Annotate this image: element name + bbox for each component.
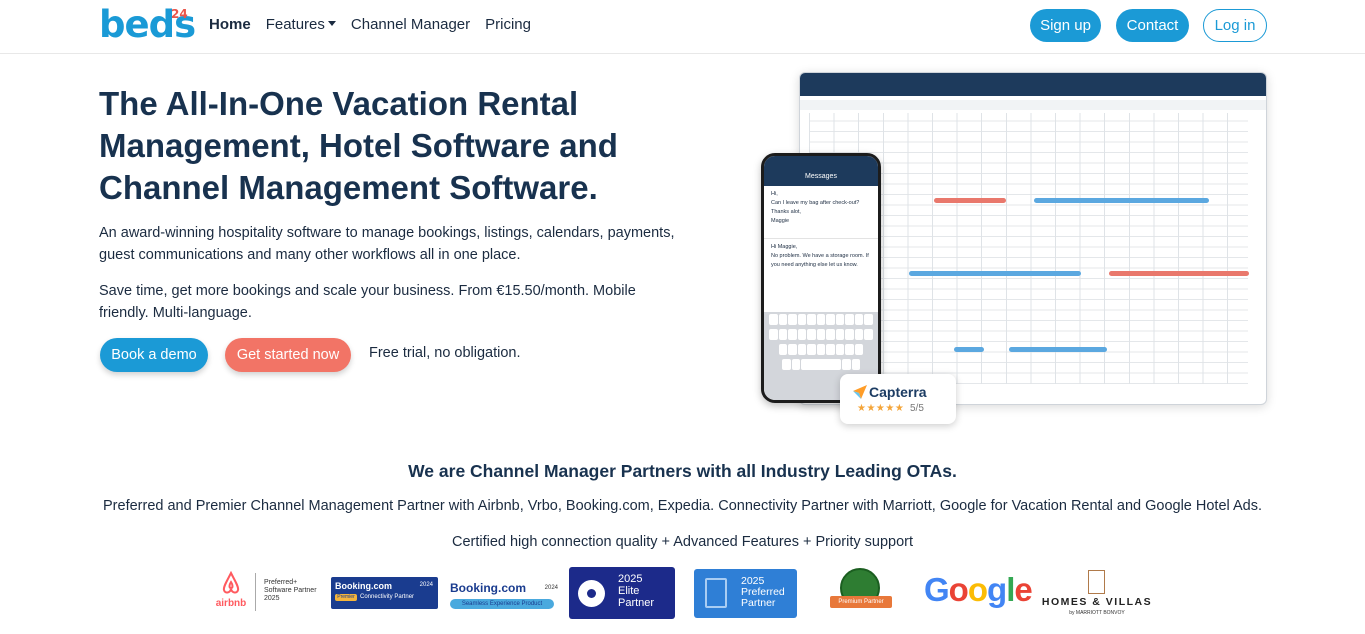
capterra-score: 5/5 — [910, 403, 924, 414]
beds24-logo[interactable]: beds 24 — [99, 5, 196, 45]
hv-monogram-icon — [1088, 570, 1105, 594]
vrbo-badge-text: 2025 Preferred Partner — [741, 576, 785, 609]
hero-title: The All-In-One Vacation Rental Managemen… — [99, 85, 618, 206]
booking-bar — [1034, 198, 1209, 203]
message-line: Maggie — [771, 218, 790, 224]
message-line: Hi, — [771, 191, 778, 197]
booking-connectivity-badge: Booking.com 2024 Premier Connectivity Pa… — [331, 577, 438, 609]
vrbo-icon — [705, 578, 727, 608]
booking-name: Booking.com — [450, 581, 527, 595]
hero-description-secondary: Save time, get more bookings and scale y… — [99, 283, 636, 321]
booking-bar — [934, 198, 1006, 203]
reply-message: Hi Maggie, No problem. We have a storage… — [764, 238, 878, 274]
homes-villas-badge: HOMES & VILLAS by MARRIOTT BONVOY — [1041, 570, 1153, 618]
capterra-icon — [853, 385, 867, 399]
contact-button[interactable]: Contact — [1116, 9, 1189, 42]
signup-button[interactable]: Sign up — [1030, 9, 1101, 42]
top-navigation: beds 24 Home Features Channel Manager Pr… — [0, 0, 1365, 54]
nav-links: Home Features Channel Manager Pricing — [209, 16, 546, 33]
booking-bar — [909, 271, 1081, 276]
expedia-line1: Elite — [618, 585, 640, 597]
google-logo: Google — [924, 571, 1033, 608]
airbnb-name: airbnb — [215, 598, 247, 609]
booking-bar — [1009, 347, 1107, 352]
tripconnect-badge: Premium Partner — [830, 568, 892, 620]
booking-tier: Premier — [335, 594, 357, 601]
booking-label: Seamless Experience Product — [450, 599, 554, 609]
airbnb-badge-text: Preferred+ Software Partner 2025 — [264, 579, 317, 603]
logo-number: 24 — [171, 7, 188, 21]
trip-label: Premium Partner — [830, 596, 892, 608]
message-line: No problem. We have a storage room. If y… — [771, 253, 869, 268]
expedia-line2: Partner — [618, 597, 655, 609]
hv-subtitle: by MARRIOTT BONVOY — [1069, 610, 1125, 616]
expedia-icon — [578, 580, 605, 607]
phone-header: Messages — [764, 156, 878, 186]
message-line: Can I leave my bag after check-out? Than… — [771, 200, 860, 215]
airbnb-icon — [222, 570, 240, 594]
hero-description: An award-winning hospitality software to… — [99, 225, 675, 263]
booking-year: 2024 — [419, 582, 433, 588]
partners-title: We are Channel Manager Partners with all… — [408, 461, 957, 481]
airbnb-line1: Preferred+ — [264, 579, 298, 586]
star-rating-icon: ★★★★★ — [857, 403, 905, 414]
hv-title: HOMES & VILLAS — [1041, 596, 1153, 608]
booking-seamless-badge: Booking.com 2024 Seamless Experience Pro… — [448, 580, 558, 612]
booking-name: Booking.com — [335, 581, 393, 591]
divider — [255, 573, 256, 611]
airbnb-year: 2025 — [264, 595, 280, 602]
guest-message: Hi, Can I leave my bag after check-out? … — [764, 186, 878, 230]
expedia-badge-text: 2025 Elite Partner — [618, 573, 654, 609]
partners-description: Preferred and Premier Channel Management… — [103, 498, 1262, 514]
login-button[interactable]: Log in — [1203, 9, 1267, 42]
nav-features[interactable]: Features — [266, 16, 336, 33]
airbnb-line2: Software Partner — [264, 587, 317, 594]
booking-bar — [1109, 271, 1249, 276]
book-demo-button[interactable]: Book a demo — [100, 338, 208, 372]
vrbo-preferred-badge: 2025 Preferred Partner — [694, 569, 797, 618]
message-line: Hi Maggie, — [771, 244, 798, 250]
app-toolbar — [800, 100, 1266, 110]
booking-year: 2024 — [544, 585, 558, 591]
vrbo-line2: Partner — [741, 597, 776, 609]
expedia-elite-badge: 2025 Elite Partner — [569, 567, 675, 619]
expedia-year: 2025 — [618, 573, 643, 585]
nav-home[interactable]: Home — [209, 16, 251, 33]
nav-channel-manager[interactable]: Channel Manager — [351, 16, 470, 33]
capterra-name: Capterra — [869, 384, 927, 400]
free-trial-text: Free trial, no obligation. — [369, 345, 521, 361]
capterra-rating-card: Capterra ★★★★★ 5/5 — [840, 374, 956, 424]
booking-bar — [954, 347, 984, 352]
phone-mockup: Messages Hi, Can I leave my bag after ch… — [761, 153, 881, 403]
app-topbar — [800, 73, 1266, 96]
chevron-down-icon — [327, 21, 336, 26]
nav-features-label: Features — [265, 16, 325, 33]
nav-pricing[interactable]: Pricing — [485, 16, 531, 33]
booking-label: Connectivity Partner — [360, 594, 415, 600]
get-started-button[interactable]: Get started now — [225, 338, 351, 372]
partners-quality: Certified high connection quality + Adva… — [451, 534, 914, 550]
airbnb-partner-badge: airbnb Preferred+ Software Partner 2025 — [213, 570, 323, 613]
